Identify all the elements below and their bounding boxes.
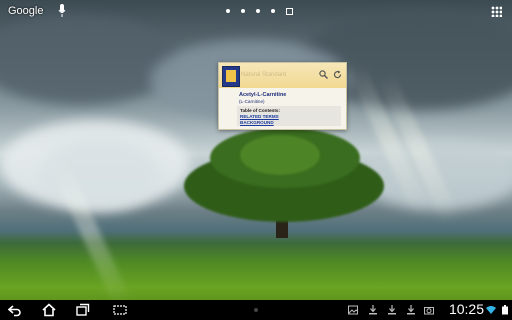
download-icon[interactable] (368, 305, 378, 315)
recent-apps-icon[interactable] (76, 303, 90, 317)
page-dot[interactable] (226, 9, 230, 13)
top-bar: Google (0, 0, 512, 22)
download-icon[interactable] (387, 305, 397, 315)
page-indicator (226, 8, 293, 15)
app-logo-icon[interactable] (222, 66, 240, 87)
entry-title[interactable]: Acetyl-L-Carnitine (239, 92, 286, 98)
toc-title: Table of Contents: (240, 108, 280, 113)
table-of-contents: Table of Contents: RELATED TERMS BACKGRO… (237, 106, 341, 126)
cloud (0, 15, 180, 105)
google-search-label[interactable]: Google (8, 5, 43, 17)
camera-icon[interactable] (424, 305, 434, 315)
search-icon[interactable] (319, 70, 328, 79)
toc-link-related-terms[interactable]: RELATED TERMS (240, 114, 279, 119)
home-icon[interactable] (42, 303, 56, 317)
natural-standard-widget: Natural Standard Acetyl-L-Carnitine (L-C… (218, 62, 347, 130)
screenshot-icon[interactable] (113, 303, 127, 317)
system-navigation-bar: 10:25 (0, 300, 512, 320)
search-input[interactable]: Natural Standard (241, 70, 311, 81)
back-icon[interactable] (8, 303, 22, 317)
page-dot-active[interactable] (286, 8, 293, 15)
gallery-notification-icon[interactable] (348, 305, 358, 315)
clock[interactable]: 10:25 (449, 301, 484, 317)
widget-header: Natural Standard (219, 63, 346, 88)
menu-dot-icon[interactable] (254, 308, 258, 312)
page-dot[interactable] (241, 9, 245, 13)
mic-icon[interactable] (58, 4, 66, 17)
toc-link-background[interactable]: BACKGROUND (240, 120, 274, 125)
apps-grid-icon[interactable] (491, 6, 502, 17)
battery-icon (502, 305, 508, 315)
refresh-icon[interactable] (333, 70, 342, 79)
home-screen: Google Natural Standard Acetyl-L-Carniti… (0, 0, 512, 320)
download-icon[interactable] (406, 305, 416, 315)
tree-crown (240, 135, 320, 175)
page-dot[interactable] (256, 9, 260, 13)
wifi-icon (486, 306, 496, 314)
page-dot[interactable] (271, 9, 275, 13)
entry-subtitle: (L-Carnitine) (239, 99, 265, 104)
